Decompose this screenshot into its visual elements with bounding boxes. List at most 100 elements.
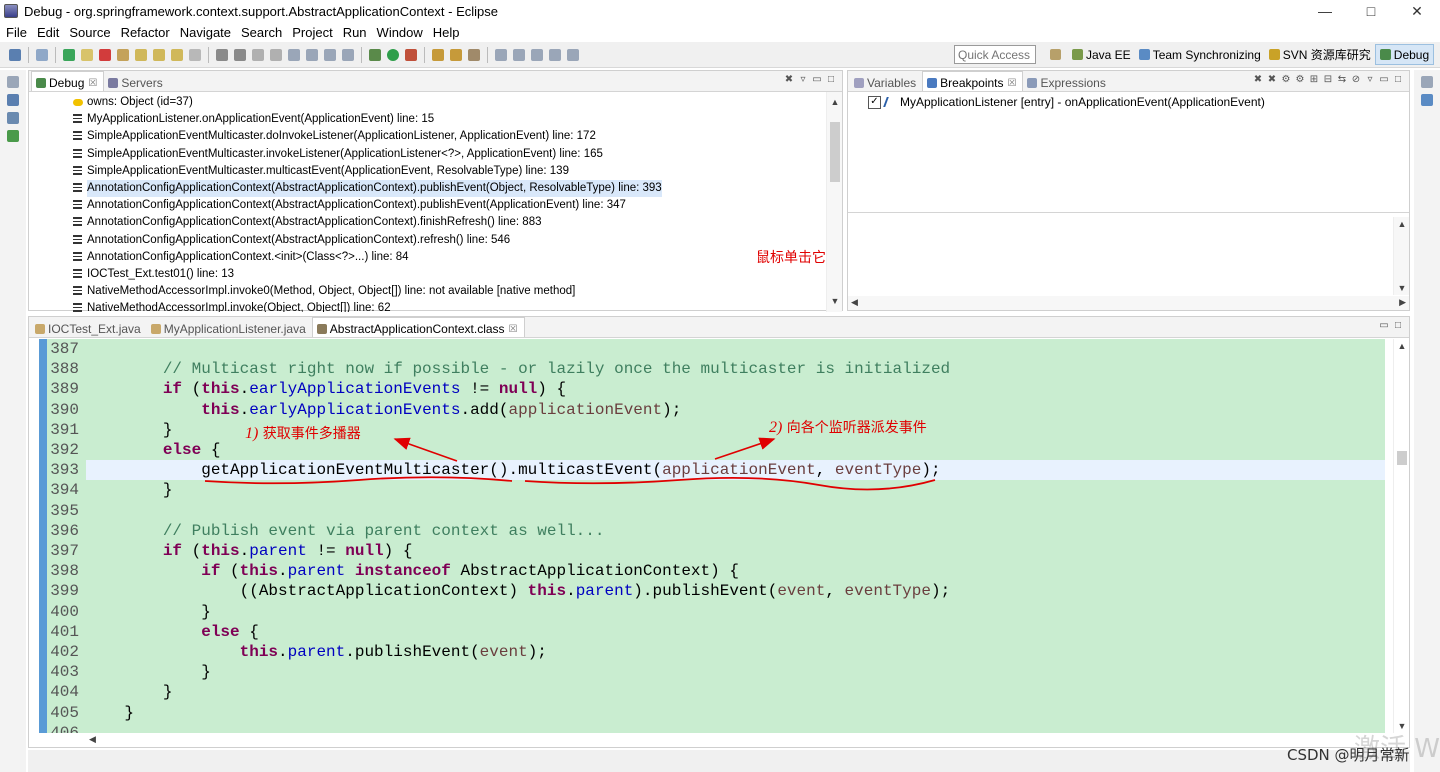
stack-frame[interactable]: AnnotationConfigApplicationContext(Abstr…: [73, 214, 842, 231]
scroll-down-icon[interactable]: ▼: [1394, 283, 1410, 293]
code-line[interactable]: 396 // Publish event via parent context …: [39, 521, 1385, 541]
minimize-button[interactable]: —: [1302, 0, 1348, 22]
close-button[interactable]: ✕: [1394, 0, 1440, 22]
forward-icon[interactable]: [567, 48, 579, 61]
stack-frame-selected[interactable]: AnnotationConfigApplicationContext(Abstr…: [73, 179, 662, 198]
save-icon[interactable]: [252, 48, 264, 61]
scroll-up-icon[interactable]: ▲: [1394, 219, 1410, 229]
annotation-icon[interactable]: [468, 48, 480, 61]
code-line[interactable]: 390 this.earlyApplicationEvents.add(appl…: [39, 400, 1385, 420]
scroll-left-icon[interactable]: ◀: [851, 297, 858, 308]
scroll-down-icon[interactable]: ▼: [827, 293, 842, 310]
maximize-editor-icon[interactable]: □: [1391, 320, 1405, 331]
maximize-button[interactable]: □: [1348, 0, 1394, 22]
tasks-icon[interactable]: [7, 130, 19, 142]
scroll-thumb[interactable]: [830, 122, 840, 182]
view-menu-icon[interactable]: ▿: [796, 74, 810, 85]
stack-frame[interactable]: SimpleApplicationEventMulticaster.doInvo…: [73, 128, 842, 145]
stack-frame[interactable]: AnnotationConfigApplicationContext(Abstr…: [73, 197, 842, 214]
code-line[interactable]: 394 }: [39, 480, 1385, 500]
perspective-team-sync[interactable]: Team Synchronizing: [1135, 44, 1265, 65]
code-line[interactable]: 398 if (this.parent instanceof AbstractA…: [39, 561, 1385, 581]
code-line[interactable]: 389 if (this.earlyApplicationEvents != n…: [39, 379, 1385, 399]
show-supported-icon[interactable]: ⚙: [1279, 74, 1293, 85]
toggle-icon[interactable]: [216, 48, 228, 61]
open-file-icon[interactable]: [450, 48, 462, 61]
minimize-editor-icon[interactable]: ▭: [1377, 320, 1391, 331]
stack-frame-owns[interactable]: owns: Object (id=37): [73, 94, 842, 111]
tab-servers[interactable]: Servers: [104, 71, 168, 91]
stack-frame[interactable]: NativeMethodAccessorImpl.invoke(Object, …: [73, 300, 842, 312]
scroll-up-icon[interactable]: ▲: [827, 94, 842, 111]
link-icon[interactable]: [306, 48, 318, 61]
menu-navigate[interactable]: Navigate: [176, 25, 237, 40]
code-line[interactable]: 402 this.parent.publishEvent(event);: [39, 642, 1385, 662]
skip-breakpoints-icon[interactable]: [36, 48, 48, 61]
editor-scrollbar[interactable]: ▲ ▼: [1393, 339, 1409, 733]
skip-all-icon[interactable]: ⊘: [1349, 74, 1363, 85]
view-menu-icon[interactable]: ▿: [1363, 74, 1377, 85]
console-icon[interactable]: [342, 48, 354, 61]
print-icon[interactable]: [270, 48, 282, 61]
tab-expressions[interactable]: Expressions: [1023, 71, 1111, 91]
menu-edit[interactable]: Edit: [33, 25, 65, 40]
tab-variables[interactable]: Variables: [850, 71, 922, 91]
code-line[interactable]: 388 // Multicast right now if possible -…: [39, 359, 1385, 379]
menu-source[interactable]: Source: [65, 25, 116, 40]
next-annotation-icon[interactable]: [495, 48, 507, 61]
open-folder-icon[interactable]: [432, 48, 444, 61]
maximize-view-icon[interactable]: □: [1391, 74, 1405, 85]
code-line[interactable]: 397 if (this.parent != null) {: [39, 541, 1385, 561]
close-tab-icon[interactable]: ☒: [88, 78, 97, 89]
menu-file[interactable]: File: [2, 25, 33, 40]
step-over-icon[interactable]: [153, 48, 165, 61]
perspective-debug[interactable]: Debug: [1374, 44, 1435, 65]
breakpoint-detail-scrollbar[interactable]: ▲ ▼: [1393, 217, 1409, 295]
code-line[interactable]: 387: [39, 339, 1385, 359]
perspective-java-ee[interactable]: Java EE: [1068, 44, 1135, 65]
new-icon[interactable]: [9, 48, 21, 61]
stack-frame[interactable]: NativeMethodAccessorImpl.invoke0(Method,…: [73, 283, 842, 300]
code-line[interactable]: 403 }: [39, 662, 1385, 682]
prev-annotation-icon[interactable]: [513, 48, 525, 61]
go-to-file-icon[interactable]: ⚙: [1293, 74, 1307, 85]
disconnect-icon[interactable]: [117, 48, 129, 61]
editor-hscroll[interactable]: ◀: [77, 733, 1393, 747]
layout-icon[interactable]: [324, 48, 336, 61]
code-line[interactable]: 401 else {: [39, 622, 1385, 642]
menu-search[interactable]: Search: [237, 25, 288, 40]
menu-project[interactable]: Project: [288, 25, 338, 40]
resume-icon[interactable]: [63, 48, 75, 61]
breakpoint-hscroll[interactable]: ◀ ▶: [848, 296, 1409, 310]
open-type-icon[interactable]: [234, 48, 246, 61]
scroll-right-icon[interactable]: ▶: [1399, 297, 1406, 308]
tab-breakpoints[interactable]: Breakpoints ☒: [922, 71, 1024, 91]
package-explorer-icon[interactable]: [7, 94, 19, 106]
minimize-view-icon[interactable]: ▭: [810, 74, 824, 85]
code-line[interactable]: 392 else {: [39, 440, 1385, 460]
suspend-icon[interactable]: [81, 48, 93, 61]
menu-refactor[interactable]: Refactor: [117, 25, 176, 40]
expand-all-icon[interactable]: ⊞: [1307, 74, 1321, 85]
stack-frame[interactable]: SimpleApplicationEventMulticaster.invoke…: [73, 146, 842, 163]
close-tab-icon[interactable]: ☒: [509, 324, 518, 335]
scroll-up-icon[interactable]: ▲: [1394, 341, 1410, 351]
scroll-left-icon[interactable]: ◀: [89, 734, 96, 745]
code-line[interactable]: 391 }: [39, 420, 1385, 440]
stack-frame[interactable]: AnnotationConfigApplicationContext(Abstr…: [73, 232, 842, 249]
menu-run[interactable]: Run: [339, 25, 373, 40]
minimize-view-icon[interactable]: ▭: [1377, 74, 1391, 85]
debug-run-icon[interactable]: [369, 48, 381, 61]
last-edit-icon[interactable]: [531, 48, 543, 61]
restore-right-icon[interactable]: [1421, 76, 1433, 88]
menu-window[interactable]: Window: [373, 25, 429, 40]
quick-access-input[interactable]: [954, 45, 1036, 64]
code-line[interactable]: 400 }: [39, 602, 1385, 622]
close-tab-icon[interactable]: ☒: [1008, 78, 1017, 89]
back-icon[interactable]: [549, 48, 561, 61]
perspective-svn[interactable]: SVN 资源库研究: [1265, 44, 1375, 65]
code-line[interactable]: 406: [39, 723, 1385, 733]
stack-frame[interactable]: SimpleApplicationEventMulticaster.multic…: [73, 163, 842, 180]
breakpoint-checkbox[interactable]: ✓: [868, 95, 881, 109]
terminate-icon[interactable]: [99, 48, 111, 61]
